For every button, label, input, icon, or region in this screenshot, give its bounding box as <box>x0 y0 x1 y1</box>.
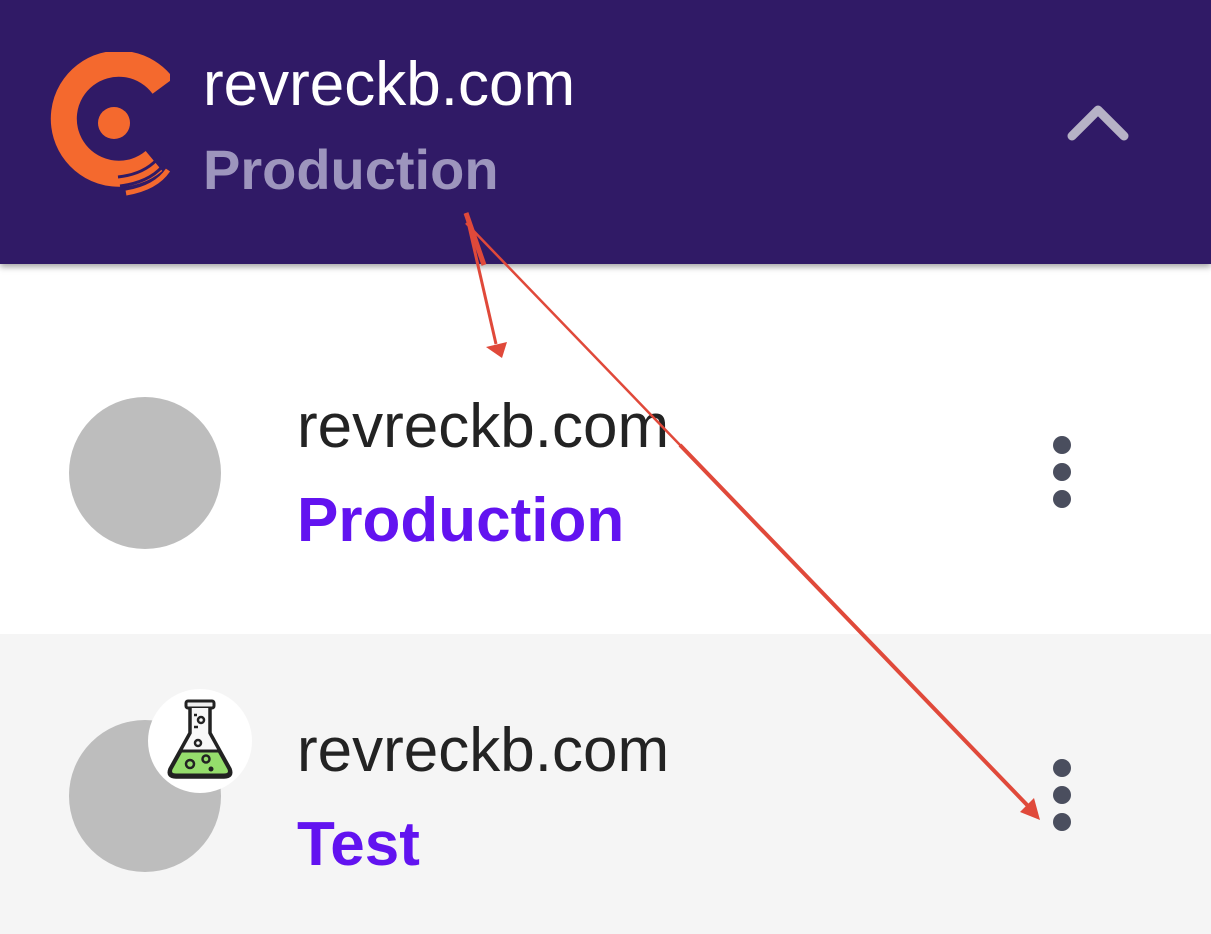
chevron-up-icon[interactable] <box>1058 92 1138 152</box>
more-vertical-icon[interactable] <box>1042 750 1082 840</box>
app-header[interactable]: revreckb.com Production <box>0 0 1211 264</box>
environment-name: Production <box>297 486 625 555</box>
environment-title: revreckb.com <box>297 392 670 461</box>
flask-icon <box>167 699 233 779</box>
environment-row-production[interactable]: revreckb.com Production <box>0 264 1211 634</box>
avatar <box>69 397 221 549</box>
environment-name: Test <box>297 810 420 879</box>
workspace-title: revreckb.com <box>203 50 576 119</box>
environment-title: revreckb.com <box>297 716 670 785</box>
more-vertical-icon[interactable] <box>1042 427 1082 517</box>
circle-logo-icon <box>50 52 170 196</box>
environment-row-test[interactable]: revreckb.com Test <box>0 634 1211 934</box>
environment-label: Production <box>203 138 499 201</box>
test-badge <box>148 689 252 793</box>
